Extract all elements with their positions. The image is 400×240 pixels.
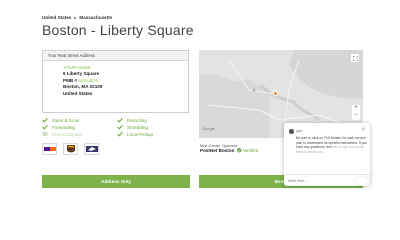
feature-shredding: Shredding — [117, 124, 148, 130]
feature-label: Forwarding — [52, 124, 75, 130]
carrier-logos — [42, 143, 99, 155]
address-body: YOUR NAME 6 Liberty Square PMB # MAILBOX… — [43, 61, 188, 97]
send-button[interactable] — [356, 177, 368, 185]
feature-label: Recycling — [127, 117, 147, 123]
feature-open-scan: Open & Scan — [42, 117, 79, 123]
feature-forwarding: Forwarding — [42, 124, 75, 130]
fullscreen-icon[interactable] — [351, 54, 359, 62]
check-icon — [117, 131, 123, 137]
chat-input-bar — [284, 174, 370, 186]
feature-check-deposit: Check Deposit — [42, 131, 82, 137]
address-only-button[interactable]: Address Only — [42, 175, 190, 188]
feature-label: Local Pickup — [127, 131, 154, 137]
fedex-icon — [42, 143, 57, 155]
verified-badge: Verified — [237, 148, 258, 153]
breadcrumb-country[interactable]: United States — [42, 15, 71, 20]
page-title: Boston - Liberty Square — [42, 22, 194, 38]
address-country: United States — [63, 90, 93, 96]
chat-agent-name: gabi — [296, 129, 303, 133]
usps-icon — [84, 143, 99, 155]
verified-label: Verified — [242, 148, 259, 153]
mail-center-operator: PostNet Boston Verified — [200, 148, 258, 153]
chevron-right-icon: ▸ — [74, 15, 77, 20]
zoom-out-icon[interactable]: − — [352, 112, 360, 119]
chat-popup: × gabi Be sure to click on 'Full Details… — [284, 123, 370, 186]
feature-label: Shredding — [127, 124, 148, 130]
avatar — [289, 129, 294, 134]
pmb-mailbox: MAILBOX — [78, 77, 99, 83]
feature-label: Open & Scan — [52, 117, 80, 123]
map-zoom-controls[interactable]: + − — [352, 105, 360, 120]
unavailable-icon — [42, 132, 48, 136]
breadcrumb: United States ▸ Massachusetts — [42, 15, 112, 20]
google-logo: Google — [202, 126, 215, 131]
features-list: Open & Scan Forwarding Check Deposit Rec… — [42, 117, 192, 139]
check-icon — [117, 117, 123, 123]
breadcrumb-state[interactable]: Massachusetts — [79, 15, 112, 20]
zoom-in-icon[interactable]: + — [352, 105, 360, 112]
address-card: Your Real Street Address YOUR NAME 6 Lib… — [42, 50, 189, 113]
chat-message: Be sure to click on 'Full Details' for e… — [296, 136, 368, 154]
map-pin-icon[interactable] — [273, 91, 278, 96]
address-card-header: Your Real Street Address — [43, 51, 188, 61]
verified-icon — [237, 148, 242, 153]
check-icon — [117, 124, 123, 130]
ups-icon — [63, 143, 78, 155]
mail-center-name: PostNet Boston — [200, 148, 235, 153]
feature-recycling: Recycling — [117, 117, 147, 123]
check-icon — [42, 124, 48, 130]
feature-local-pickup: Local Pickup — [117, 131, 153, 137]
pmb-prefix: PMB # — [63, 77, 78, 83]
close-icon[interactable]: × — [361, 126, 366, 131]
check-icon — [42, 117, 48, 123]
chat-input[interactable] — [288, 177, 354, 185]
feature-label: Check Deposit — [52, 131, 82, 137]
